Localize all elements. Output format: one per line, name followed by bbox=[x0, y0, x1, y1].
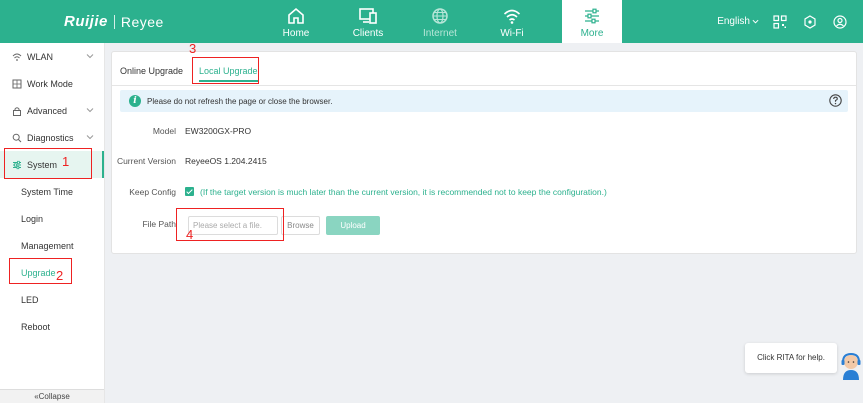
sidebar-item-label: WLAN bbox=[27, 51, 54, 62]
search-icon bbox=[12, 133, 22, 142]
globe-icon bbox=[432, 8, 448, 24]
wifi-icon bbox=[503, 9, 521, 24]
collapse-sidebar-button[interactable]: «Collapse bbox=[0, 389, 104, 403]
keep-config-label: Keep Config bbox=[129, 187, 176, 197]
main-nav: Home Clients Internet Wi-Fi More bbox=[260, 0, 622, 43]
keep-config-checkbox[interactable] bbox=[185, 187, 194, 196]
sidebar-subitem-led[interactable]: LED bbox=[0, 286, 104, 313]
nav-home[interactable]: Home bbox=[260, 0, 332, 43]
nav-more-label: More bbox=[580, 28, 604, 39]
grid-icon bbox=[12, 79, 22, 88]
annotation-number-1: 1 bbox=[62, 154, 70, 169]
model-label: Model bbox=[152, 126, 176, 136]
notice-banner: i Please do not refresh the page or clos… bbox=[120, 90, 848, 112]
language-label: English bbox=[717, 16, 750, 27]
chevron-down-icon bbox=[86, 108, 94, 113]
monitor-icon bbox=[359, 8, 377, 24]
lock-icon bbox=[13, 106, 21, 116]
sidebar-subitem-system-time[interactable]: System Time bbox=[0, 178, 104, 205]
sidebar-item-label: Management bbox=[21, 240, 74, 251]
sliders-icon bbox=[585, 8, 599, 24]
sidebar-item-diagnostics[interactable]: Diagnostics bbox=[0, 124, 104, 151]
keep-config-row: Keep Config (If the target version is mu… bbox=[112, 187, 856, 201]
notice-text: Please do not refresh the page or close … bbox=[147, 96, 333, 106]
sidebar-item-label: Reboot bbox=[21, 321, 51, 332]
info-icon: i bbox=[129, 95, 141, 107]
rita-assistant-avatar-icon[interactable] bbox=[840, 352, 862, 380]
sidebar-item-label: Diagnostics bbox=[27, 132, 74, 143]
nav-wifi-label: Wi-Fi bbox=[500, 28, 524, 39]
keep-config-control: (If the target version is much later tha… bbox=[185, 187, 607, 197]
home-icon bbox=[288, 7, 304, 24]
chevron-down-icon bbox=[752, 19, 759, 24]
sidebar-item-label: Advanced bbox=[27, 105, 68, 116]
reyee-logo: Reyee bbox=[120, 13, 164, 30]
version-row: Current Version ReyeeOS 1.204.2415 bbox=[112, 156, 856, 170]
annotation-box-system bbox=[4, 148, 92, 179]
annotation-number-2: 2 bbox=[56, 268, 64, 283]
browse-button[interactable]: Browse bbox=[281, 216, 320, 235]
sidebar-subitem-reboot[interactable]: Reboot bbox=[0, 313, 104, 340]
chevron-down-icon bbox=[86, 135, 94, 140]
sidebar-subitem-management[interactable]: Management bbox=[0, 232, 104, 259]
nav-internet-label: Internet bbox=[423, 28, 457, 39]
sidebar-item-work-mode[interactable]: Work Mode bbox=[0, 70, 104, 97]
upload-button[interactable]: Upload bbox=[326, 216, 380, 235]
sidebar-item-label: LED bbox=[21, 294, 39, 305]
sidebar-subitem-login[interactable]: Login bbox=[0, 205, 104, 232]
version-value: ReyeeOS 1.204.2415 bbox=[185, 156, 267, 166]
nav-home-label: Home bbox=[282, 28, 310, 39]
annotation-number-4: 4 bbox=[186, 227, 194, 242]
nav-clients-label: Clients bbox=[352, 28, 384, 39]
annotation-box-local-upgrade bbox=[192, 57, 259, 84]
sidebar: WLAN Work Mode Advanced Diagnostics Syst… bbox=[0, 43, 105, 403]
logo-divider bbox=[113, 14, 115, 29]
annotation-number-3: 3 bbox=[189, 41, 197, 56]
version-label: Current Version bbox=[116, 156, 176, 166]
header-actions: English bbox=[717, 0, 863, 43]
nav-wifi[interactable]: Wi-Fi bbox=[476, 0, 548, 43]
nav-clients[interactable]: Clients bbox=[332, 0, 404, 43]
help-icon[interactable] bbox=[829, 94, 842, 107]
rita-help-bubble[interactable]: Click RITA for help. bbox=[745, 343, 837, 373]
sidebar-item-label: Work Mode bbox=[27, 78, 73, 89]
language-selector[interactable]: English bbox=[717, 16, 759, 27]
model-value: EW3200GX-PRO bbox=[185, 126, 252, 136]
wifi-icon bbox=[12, 53, 22, 61]
file-path-label: File Path bbox=[142, 219, 176, 229]
sidebar-item-advanced[interactable]: Advanced bbox=[0, 97, 104, 124]
network-topology-icon[interactable] bbox=[803, 14, 817, 29]
ruijie-logo: Ruijie bbox=[64, 13, 108, 30]
keep-config-hint: (If the target version is much later tha… bbox=[200, 187, 607, 197]
user-account-icon[interactable] bbox=[833, 14, 847, 29]
qr-code-icon[interactable] bbox=[773, 14, 787, 29]
sidebar-item-label: System Time bbox=[21, 186, 74, 197]
nav-internet[interactable]: Internet bbox=[404, 0, 476, 43]
brand-logo: Ruijie Reyee bbox=[64, 13, 164, 30]
tab-online-upgrade[interactable]: Online Upgrade bbox=[120, 66, 183, 76]
sidebar-item-label: Login bbox=[21, 213, 44, 224]
sidebar-item-wlan[interactable]: WLAN bbox=[0, 43, 104, 70]
chevron-down-icon bbox=[86, 54, 94, 59]
nav-more[interactable]: More bbox=[562, 0, 622, 43]
top-navigation-bar: Ruijie Reyee Home Clients Internet Wi-Fi… bbox=[0, 0, 863, 43]
model-row: Model EW3200GX-PRO bbox=[112, 126, 856, 140]
